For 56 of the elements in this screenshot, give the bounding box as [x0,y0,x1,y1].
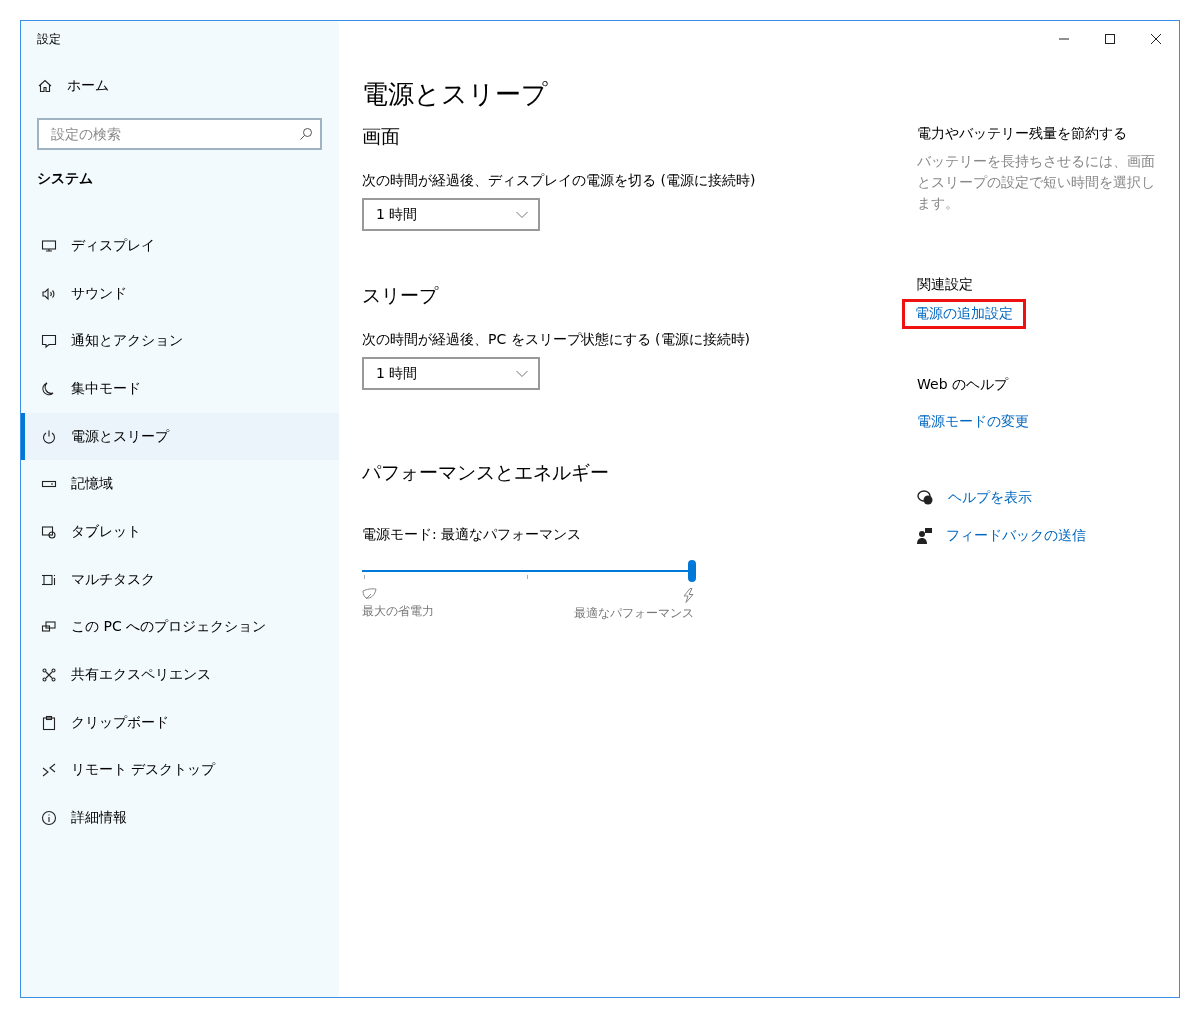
tablet-icon [41,523,57,540]
sidebar-item[interactable]: 集中モード [21,365,339,413]
sidebar-item[interactable]: サウンド [21,269,339,318]
display-icon [41,237,57,254]
time-dropdown[interactable]: 1 時間 [362,357,540,390]
sidebar-item[interactable]: 電源とスリープ [21,412,339,461]
search-field[interactable]: 設定の検索 [37,118,322,150]
slider-thumb[interactable] [688,560,696,582]
leaf-icon [362,588,377,601]
chevron-icon [516,210,528,219]
section-heading: スリープ [362,283,440,308]
sidebar-item[interactable]: 詳細情報 [21,794,339,842]
tip-text: バッテリーを長持ちさせるには、画面とスリープの設定で短い時間を選択します。 [917,152,1156,213]
info-icon [41,810,57,827]
sidebar-item[interactable]: タブレット [21,508,339,556]
share-icon [41,667,57,684]
speaker-icon [41,285,57,302]
close-icon [1151,34,1161,44]
sidebar-item[interactable]: 通知とアクション [21,317,339,366]
sidebar-item[interactable]: マルチタスク [21,555,339,604]
power-mode-label: 電源モード: 最適なパフォーマンス [362,526,583,544]
help-action-link[interactable]: ヘルプを表示 [948,486,1032,510]
search-icon [299,127,313,141]
sidebar-item[interactable]: ディスプレイ [21,222,339,270]
additional-power-settings-link[interactable]: 電源の追加設定 [905,302,1023,326]
section-heading: システム [36,170,94,188]
home-link[interactable]: ホーム [67,77,109,95]
related-heading: 関連設定 [917,276,974,294]
setting-label: 次の時間が経過後、ディスプレイの電源を切る (電源に接続時) [362,172,757,190]
page-title: 電源とスリープ [362,78,549,111]
time-dropdown[interactable]: 1 時間 [362,198,540,231]
tip-heading: 電力やバッテリー残量を節約する [917,125,1128,143]
sidebar-item[interactable]: この PC へのプロジェクション [21,603,339,652]
clipboard-icon [41,714,57,731]
sidebar-item[interactable]: リモート デスクトップ [21,746,339,795]
help-action-link[interactable]: フィードバックの送信 [946,524,1086,548]
section-heading: 画面 [362,124,401,149]
home-icon [37,78,53,94]
sidebar-item[interactable]: 共有エクスペリエンス [21,651,339,699]
chevron-icon [516,369,528,378]
sidebar-item[interactable]: 記憶域 [21,460,339,509]
feedback-icon [917,528,932,544]
setting-label: 次の時間が経過後、PC をスリープ状態にする (電源に接続時) [362,331,752,349]
remote-icon [41,762,57,779]
sidebar-item[interactable]: クリップボード [21,698,339,747]
power-icon [41,428,57,445]
min-label: 最大の省電力 [362,603,434,620]
maximize-icon [1105,34,1115,44]
lightning-icon [682,588,694,603]
section-heading: パフォーマンスとエネルギー [362,460,610,485]
help-heading: Web のヘルプ [917,376,1010,394]
max-label: 最適なパフォーマンス [574,605,694,622]
message-icon [41,333,57,350]
chat-help-icon [917,490,934,506]
window-title: 設定 [36,31,62,48]
help-link[interactable]: 電源モードの変更 [917,410,1029,434]
